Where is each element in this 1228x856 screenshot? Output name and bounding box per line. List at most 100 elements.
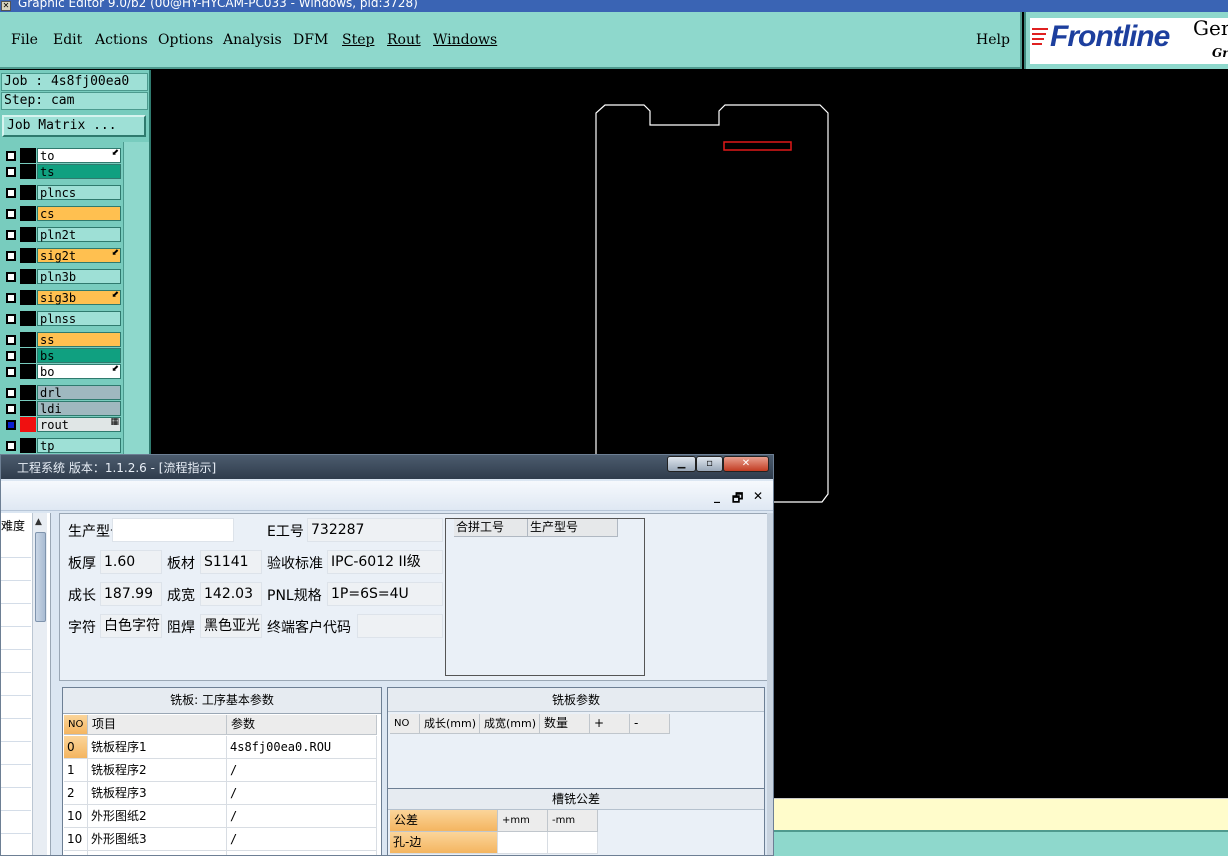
proc-row-no[interactable]: 1 <box>64 759 88 782</box>
layer-name[interactable]: pln3b <box>37 269 121 284</box>
menu-windows[interactable]: Windows <box>433 32 497 48</box>
layer-name[interactable]: tp <box>37 438 121 453</box>
layer-row-drl[interactable]: drl <box>2 385 122 400</box>
layer-row-ss[interactable]: ss <box>2 332 122 347</box>
layer-checkbox[interactable] <box>6 388 16 398</box>
proc-row-param[interactable]: / <box>227 828 377 851</box>
layer-name[interactable]: sig2t <box>37 248 121 263</box>
layer-name[interactable]: ss <box>37 332 121 347</box>
layer-row-pln2t[interactable]: pln2t <box>2 227 122 242</box>
menu-file[interactable]: File <box>11 32 38 48</box>
layer-row-plncs[interactable]: plncs <box>2 185 122 200</box>
layer-checkbox[interactable] <box>6 404 16 414</box>
proc-row-item[interactable]: 外形图纸4 <box>88 851 227 855</box>
layer-checkbox[interactable] <box>6 420 16 430</box>
layer-name[interactable]: bs <box>37 348 121 363</box>
mask-field[interactable]: 黑色亚光 <box>200 614 262 638</box>
layer-name[interactable]: pln2t <box>37 227 121 242</box>
task-grid-row[interactable] <box>1 558 31 581</box>
close-button[interactable]: ✕ <box>723 456 769 472</box>
layer-row-rout[interactable]: rout ▦ <box>2 417 122 432</box>
layer-row-to[interactable]: to ⬋ <box>2 148 122 163</box>
tolerance-row-hole-edge[interactable]: 孔-边 <box>390 832 498 854</box>
proc-row-no[interactable]: 2 <box>64 782 88 805</box>
menu-actions[interactable]: Actions <box>95 32 148 48</box>
layer-checkbox[interactable] <box>6 335 16 345</box>
proc-row-item[interactable]: 外形图纸2 <box>88 805 227 828</box>
mdi-restore-icon[interactable]: 🗗 <box>732 489 743 510</box>
layer-checkbox[interactable] <box>6 251 16 261</box>
task-grid-row[interactable] <box>1 811 31 834</box>
proc-row-no[interactable]: 10 <box>64 828 88 851</box>
width-field[interactable]: 142.03 <box>200 582 262 606</box>
menu-edit[interactable]: Edit <box>53 32 82 48</box>
task-grid-row[interactable] <box>1 765 31 788</box>
proc-row-no[interactable]: 10 <box>64 851 88 855</box>
layer-name[interactable]: plnss <box>37 311 121 326</box>
tolerance-plus-cell[interactable] <box>498 832 548 854</box>
proc-row-no[interactable]: 0 <box>64 736 88 759</box>
mdi-close-icon[interactable]: ✕ <box>753 489 763 503</box>
task-grid-row[interactable] <box>1 581 31 604</box>
layer-row-sig2t[interactable]: sig2t ⬋ <box>2 248 122 263</box>
task-grid-row[interactable] <box>1 742 31 765</box>
layer-checkbox[interactable] <box>6 351 16 361</box>
layer-name[interactable]: cs <box>37 206 121 221</box>
task-grid-row[interactable] <box>1 788 31 811</box>
proc-row-param[interactable]: / <box>227 759 377 782</box>
char-field[interactable]: 白色字符 <box>100 614 162 638</box>
layer-row-sig3b[interactable]: sig3b ⬋ <box>2 290 122 305</box>
task-grid-row[interactable] <box>1 604 31 627</box>
layer-checkbox[interactable] <box>6 293 16 303</box>
task-grid-row[interactable] <box>1 696 31 719</box>
layer-checkbox[interactable] <box>6 367 16 377</box>
layer-row-ts[interactable]: ts <box>2 164 122 179</box>
layer-name[interactable]: plncs <box>37 185 121 200</box>
length-field[interactable]: 187.99 <box>100 582 162 606</box>
proc-row-item[interactable]: 铣板程序3 <box>88 782 227 805</box>
layer-row-ldi[interactable]: ldi <box>2 401 122 416</box>
layer-checkbox[interactable] <box>6 188 16 198</box>
menu-dfm[interactable]: DFM <box>293 32 328 48</box>
task-grid-scrollbar[interactable]: ▲ <box>32 513 47 855</box>
task-grid-row[interactable] <box>1 719 31 742</box>
menu-analysis[interactable]: Analysis <box>223 32 282 48</box>
accept-std-field[interactable]: IPC-6012 II级 <box>327 550 443 574</box>
layer-name[interactable]: ts <box>37 164 121 179</box>
layer-checkbox[interactable] <box>6 230 16 240</box>
pnl-field[interactable]: 1P=6S=4U <box>327 582 443 606</box>
layer-checkbox[interactable] <box>6 272 16 282</box>
customer-code-field[interactable] <box>357 614 443 638</box>
proc-row-param[interactable]: / <box>227 851 377 855</box>
prod-model-field[interactable] <box>112 518 234 542</box>
proc-row-item[interactable]: 铣板程序1 <box>88 736 227 759</box>
material-field[interactable]: S1141 <box>200 550 262 574</box>
layer-checkbox[interactable] <box>6 167 16 177</box>
task-grid-row[interactable] <box>1 673 31 696</box>
scroll-thumb[interactable] <box>35 532 46 622</box>
menu-options[interactable]: Options <box>158 32 213 48</box>
layer-scrollbar[interactable] <box>123 142 149 470</box>
layer-checkbox[interactable] <box>6 209 16 219</box>
proc-row-param[interactable]: / <box>227 782 377 805</box>
proc-row-item[interactable]: 外形图纸3 <box>88 828 227 851</box>
proc-row-param[interactable]: / <box>227 805 377 828</box>
thickness-field[interactable]: 1.60 <box>100 550 162 574</box>
layer-name[interactable]: to <box>37 148 121 163</box>
job-matrix-button[interactable]: Job Matrix ... <box>2 115 146 137</box>
maximize-button[interactable]: ▫ <box>696 456 723 472</box>
task-grid-row[interactable] <box>1 535 31 558</box>
proc-row-param[interactable]: 4s8fj00ea0.ROU <box>227 736 377 759</box>
layer-checkbox[interactable] <box>6 314 16 324</box>
layer-row-pln3b[interactable]: pln3b <box>2 269 122 284</box>
menu-step[interactable]: Step <box>342 32 374 48</box>
layer-row-tp[interactable]: tp <box>2 438 122 453</box>
menu-rout[interactable]: Rout <box>387 32 421 48</box>
task-grid-row[interactable] <box>1 650 31 673</box>
dialog-right-scrollbar[interactable] <box>767 513 773 855</box>
layer-name[interactable]: sig3b <box>37 290 121 305</box>
layer-row-cs[interactable]: cs <box>2 206 122 221</box>
layer-name[interactable]: rout <box>37 417 121 432</box>
menu-help[interactable]: Help <box>976 32 1010 48</box>
task-grid-row[interactable] <box>1 627 31 650</box>
